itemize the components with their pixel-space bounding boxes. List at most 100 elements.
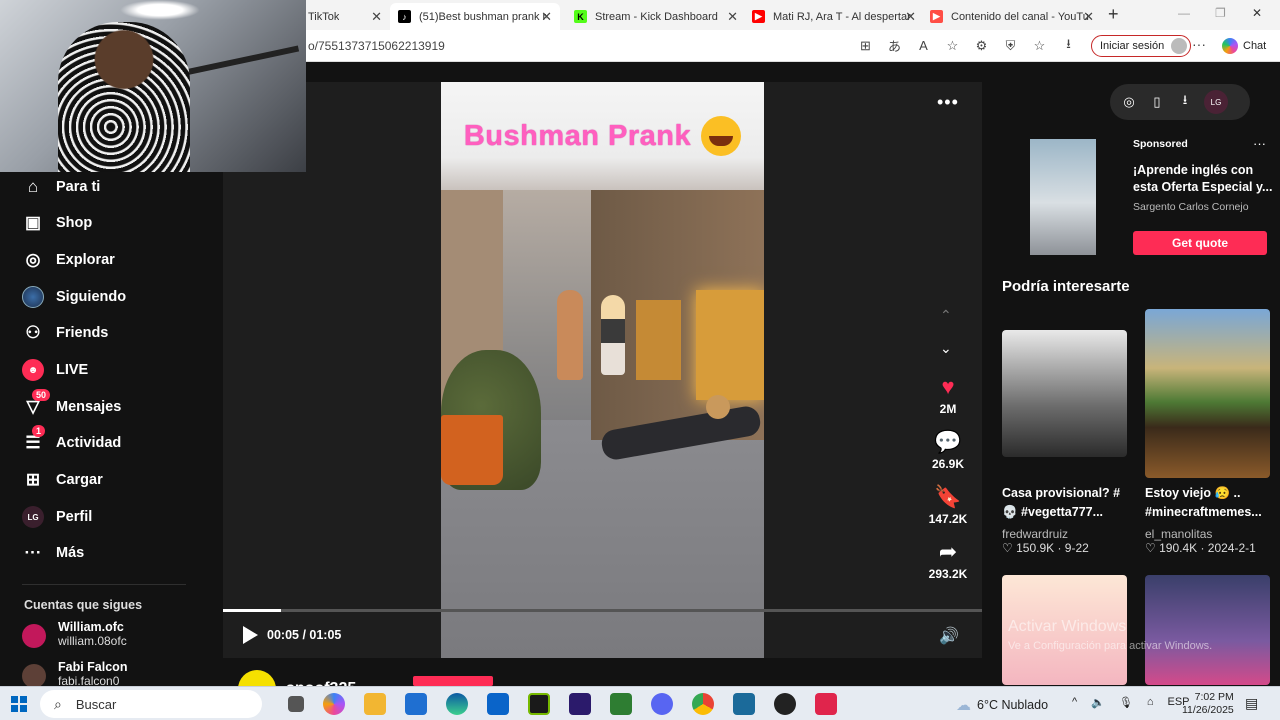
close-tab-icon[interactable]: ✕ (727, 9, 738, 25)
next-video-icon[interactable]: ⌄ (940, 340, 952, 357)
chevron-up-icon[interactable]: ^ (1072, 696, 1077, 709)
phone-icon[interactable]: ▯ (1148, 94, 1166, 110)
download-icon[interactable]: ⭳ (1059, 36, 1078, 55)
sidebar-divider (22, 584, 186, 585)
like-button[interactable]: ♥ 2M (918, 374, 978, 416)
sidebar-item-perfil[interactable]: LG Perfil (22, 505, 92, 529)
security-icon[interactable]: ⛨ (1001, 36, 1020, 55)
copilot-chat-button[interactable]: Chat (1222, 38, 1266, 54)
windows-taskbar: ⌕ Buscar ☁ 6°C Nublado ^ 🔈 🎙 ⌂ ESP 7:02 … (0, 686, 1280, 720)
minimize-icon[interactable]: — (1178, 6, 1190, 20)
follow-button[interactable] (413, 676, 493, 686)
suggestion-thumbnail (1002, 330, 1127, 457)
microphone-icon[interactable]: 🎙 (1119, 696, 1133, 709)
following-account-william[interactable]: William.ofc william.08ofc (22, 620, 127, 648)
sidebar-item-siguiendo[interactable]: Siguiendo (22, 285, 126, 309)
suggestion-thumbnail[interactable] (1145, 575, 1270, 685)
activate-windows-hint: Ve a Configuración para activar Windows. (1008, 640, 1213, 652)
chrome-icon[interactable] (692, 693, 714, 715)
avatar-following-icon (22, 286, 44, 308)
maximize-icon[interactable]: ❐ (1215, 6, 1226, 20)
video-frame[interactable]: Bushman Prank (441, 82, 764, 658)
browser-menu-icon[interactable]: ··· (1192, 36, 1206, 52)
upload-icon: ⊞ (25, 470, 41, 489)
edge-icon[interactable] (446, 693, 468, 715)
read-aloud-icon[interactable]: A (914, 36, 933, 55)
profile-avatar-icon[interactable]: LG (1204, 90, 1228, 114)
following-account-fabi[interactable]: Fabi Falcon fabi.falcon0 (22, 660, 127, 688)
app-icon[interactable] (569, 693, 591, 715)
taskbar-clock[interactable]: 7:02 PM 11/26/2025 (1182, 691, 1234, 717)
sidebar-item-actividad[interactable]: ☰ 1 Actividad (22, 425, 121, 455)
tab-kick-dashboard[interactable]: K Stream - Kick Dashboard ✕ (568, 3, 746, 30)
share-button[interactable]: ➦ 293.2K (918, 539, 978, 581)
play-icon[interactable] (243, 626, 258, 644)
favorite-star-icon[interactable]: ☆ (943, 36, 962, 55)
sidebar-item-explorar[interactable]: ◎ Explorar (22, 248, 115, 272)
sidebar-item-friends[interactable]: ⚇ Friends (22, 321, 108, 345)
copilot-icon[interactable] (323, 693, 345, 715)
tiktok-favicon-icon: ♪ (398, 10, 411, 23)
tab-youtube-studio[interactable]: ▶ Contenido del canal - YouTu ✕ (924, 3, 1102, 30)
close-tab-icon[interactable]: ✕ (905, 9, 916, 25)
notification-icon[interactable]: ▤ (1245, 695, 1258, 712)
url-text[interactable]: o/7551373715062213919 (308, 39, 445, 53)
nvidia-icon[interactable] (528, 693, 550, 715)
tab-tiktok[interactable]: TikTok ✕ (308, 3, 390, 30)
sidebar-item-cargar[interactable]: ⊞ Cargar (22, 468, 103, 492)
download-icon[interactable]: ⭳ (1176, 91, 1194, 113)
sponsored-label: Sponsored (1133, 138, 1188, 150)
suggestion-card[interactable]: Estoy viejo 😥 .. #minecraftmemes... el_m… (1145, 309, 1270, 555)
ad-more-icon[interactable]: ··· (1253, 136, 1266, 151)
outlook-icon[interactable] (487, 693, 509, 715)
network-icon[interactable]: ⌂ (1147, 696, 1154, 709)
windows-start-icon[interactable] (11, 696, 27, 712)
comment-button[interactable]: 💬 26.9K (918, 429, 978, 471)
compass-icon[interactable]: ◎ (1120, 94, 1138, 110)
suggestion-card[interactable]: Casa provisional? # 💀 #vegetta777... fre… (1002, 309, 1127, 555)
profile-icon: LG (22, 506, 44, 528)
more-icon: ··· (24, 543, 42, 562)
tab-bushman-prank[interactable]: ♪ (51)Best bushman prank rea ✕ (390, 3, 560, 30)
get-quote-button[interactable]: Get quote (1133, 231, 1267, 255)
close-tab-icon[interactable]: ✕ (371, 9, 382, 25)
kick-favicon-icon: K (574, 10, 587, 23)
weather-widget[interactable]: ☁ 6°C Nublado (956, 696, 1048, 714)
close-tab-icon[interactable]: ✕ (1083, 9, 1094, 25)
file-explorer-icon[interactable] (364, 693, 386, 715)
speaker-icon[interactable]: 🔈 (1091, 696, 1105, 709)
share-arrow-icon: ➦ (938, 539, 958, 564)
save-button[interactable]: 🔖 147.2K (918, 484, 978, 526)
taskbar-search[interactable]: ⌕ Buscar (40, 690, 262, 718)
tab-youtube-video[interactable]: ▶ Mati RJ, Ara T - Al despertar ✕ (746, 3, 924, 30)
volume-icon[interactable]: 🔊 (939, 626, 959, 646)
obs-icon[interactable] (774, 693, 796, 715)
lit-shop-window (696, 290, 764, 400)
app-icon[interactable] (733, 693, 755, 715)
close-tab-icon[interactable]: ✕ (541, 9, 552, 25)
tiktok-app-icon[interactable] (815, 693, 837, 715)
sign-in-button[interactable]: Iniciar sesión (1091, 35, 1192, 57)
ad-thumbnail[interactable] (1030, 139, 1096, 255)
favorites-icon[interactable]: ☆ (1030, 36, 1049, 55)
video-progress-bar[interactable] (223, 609, 982, 612)
discord-icon[interactable] (651, 693, 673, 715)
task-view-icon[interactable] (288, 696, 304, 712)
sidebar-item-mas[interactable]: ··· Más (22, 541, 85, 565)
extensions-icon[interactable]: ⚙ (972, 36, 991, 55)
new-tab-icon[interactable]: + (1108, 4, 1119, 25)
app-icon[interactable] (610, 693, 632, 715)
store-icon[interactable] (405, 693, 427, 715)
cloud-icon: ☁ (956, 697, 971, 714)
close-window-icon[interactable]: ✕ (1252, 6, 1262, 20)
sidebar-item-live[interactable]: ☻ LIVE (22, 358, 88, 382)
ad-title[interactable]: ¡Aprende inglés con esta Oferta Especial… (1133, 162, 1273, 196)
ad-advertiser: Sargento Carlos Cornejo (1133, 201, 1249, 213)
previous-video-icon[interactable]: ⌃ (940, 307, 952, 324)
sidebar-item-shop[interactable]: ▣ Shop (22, 211, 92, 235)
sidebar-item-para-ti[interactable]: ⌂ Para ti (22, 175, 100, 199)
video-more-icon[interactable]: ••• (937, 92, 959, 113)
translate-icon[interactable]: あ (885, 36, 904, 55)
sidebar-item-mensajes[interactable]: ▽ 50 Mensajes (22, 389, 121, 419)
apps-icon[interactable]: ⊞ (856, 36, 875, 55)
